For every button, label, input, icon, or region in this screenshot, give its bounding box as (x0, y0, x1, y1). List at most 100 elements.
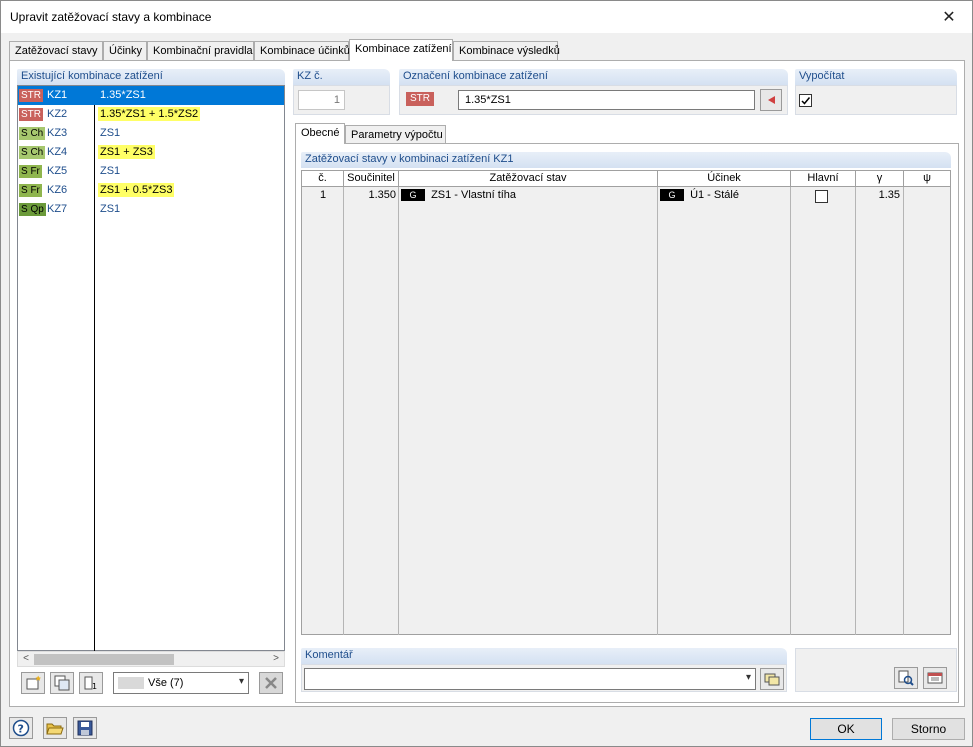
title-bar: Upravit zatěžovací stavy a kombinace ✕ (1, 1, 972, 33)
calculate-checkbox[interactable] (799, 94, 812, 107)
designation-box: STR 1.35*ZS1 (399, 85, 788, 115)
magnify-icon (898, 670, 914, 686)
designation-badge: STR (406, 92, 434, 106)
cancel-button[interactable]: Storno (892, 718, 965, 740)
row-factor[interactable]: 1.350 (344, 189, 396, 201)
column-divider (302, 187, 344, 635)
combination-id: KZ6 (47, 184, 68, 196)
help-icon: ? (12, 719, 30, 737)
existing-combinations-header: Existující kombinace zatížení (17, 69, 285, 85)
copy-combination-button[interactable] (50, 672, 74, 694)
combination-formula: ZS1 (100, 203, 121, 215)
help-button[interactable]: ? (9, 717, 33, 739)
comment-select[interactable]: ▾ (304, 668, 756, 690)
info-button[interactable] (923, 667, 947, 689)
action-badge: G (660, 189, 684, 202)
column-header: Účinek (658, 171, 791, 187)
combination-id: KZ5 (47, 165, 68, 177)
calculate-box (795, 85, 957, 115)
combination-formula: ZS1 + ZS3 (98, 145, 155, 159)
combination-formula: 1.35*ZS1 + 1.5*ZS2 (98, 107, 201, 121)
combination-formula: ZS1 (100, 165, 121, 177)
combination-formula: 1.35*ZS1 (100, 89, 146, 101)
loadcases-header: Zatěžovací stavy v kombinaci zatížení KZ… (301, 152, 951, 168)
table-row[interactable]: 1 1.350 G ZS1 - Vlastní tíha G Ú1 - Stál… (302, 187, 950, 206)
comment-library-button[interactable] (760, 668, 784, 690)
renumber-icon: 1 (84, 676, 97, 691)
designation-field[interactable]: 1.35*ZS1 (458, 90, 755, 110)
list-item[interactable]: STR KZ1 1.35*ZS1 (18, 86, 284, 105)
filter-swatch (118, 677, 144, 689)
chevron-down-icon: ▾ (238, 676, 244, 687)
filter-select[interactable]: Vše (7) ▾ (113, 672, 249, 694)
folder-open-icon (46, 723, 64, 735)
column-divider (791, 187, 856, 635)
status-badge: S Fr (19, 184, 42, 197)
new-icon (26, 675, 41, 690)
kz-number-box: 1 (293, 85, 390, 115)
preview-box (795, 648, 957, 692)
column-header: Hlavní (791, 171, 856, 187)
list-item[interactable]: S Ch KZ4 ZS1 + ZS3 (18, 143, 284, 162)
scroll-right-icon[interactable]: > (269, 653, 283, 666)
tab-load-cases[interactable]: Zatěžovací stavy (9, 41, 103, 60)
combination-formula: ZS1 (100, 127, 121, 139)
row-action[interactable]: G Ú1 - Stálé (660, 189, 739, 202)
row-loadcase[interactable]: G ZS1 - Vlastní tíha (401, 189, 516, 202)
main-checkbox[interactable] (815, 190, 828, 206)
list-item[interactable]: STR KZ2 1.35*ZS1 + 1.5*ZS2 (18, 105, 284, 124)
combination-id: KZ3 (47, 127, 68, 139)
column-header: Zatěžovací stav (399, 171, 658, 187)
list-item[interactable]: S Fr KZ6 ZS1 + 0.5*ZS3 (18, 181, 284, 200)
open-button[interactable] (43, 717, 67, 739)
save-button[interactable] (73, 717, 97, 739)
action-name: Ú1 - Stálé (690, 189, 739, 201)
combination-id: KZ2 (47, 108, 68, 120)
loadcases-table[interactable]: č. Součinitel Zatěžovací stav Účinek Hla… (301, 170, 951, 635)
loadcase-badge: G (401, 189, 425, 202)
subtab-calc-parameters[interactable]: Parametry výpočtu (345, 125, 446, 144)
comment-library-icon (764, 673, 780, 686)
comment-box: ▾ (301, 664, 787, 692)
status-badge: STR (19, 108, 43, 121)
window-title: Upravit zatěžovací stavy a kombinace (10, 10, 212, 24)
filter-value: Vše (7) (148, 677, 184, 689)
combination-id: KZ1 (47, 89, 68, 101)
column-divider (856, 187, 904, 635)
tab-actions[interactable]: Účinky (103, 41, 147, 60)
column-header: Součinitel (344, 171, 399, 187)
status-badge: S Qp (19, 203, 46, 216)
save-icon (77, 720, 93, 736)
kz-number-field[interactable]: 1 (298, 90, 345, 110)
calculate-header: Vypočítat (795, 69, 957, 85)
row-number: 1 (319, 189, 327, 201)
delete-combination-button[interactable] (259, 672, 283, 694)
status-badge: S Ch (19, 146, 46, 159)
svg-text:1: 1 (92, 682, 97, 691)
list-item[interactable]: S Qp KZ7 ZS1 (18, 200, 284, 219)
scroll-left-icon[interactable]: < (19, 653, 33, 666)
renumber-button[interactable]: 1 (79, 672, 103, 694)
combination-id: KZ7 (47, 203, 68, 215)
tab-result-combinations[interactable]: Kombinace výsledků (453, 41, 560, 60)
designation-edit-button[interactable] (760, 89, 782, 111)
list-item[interactable]: S Ch KZ3 ZS1 (18, 124, 284, 143)
status-badge: S Ch (19, 127, 46, 140)
zoom-button[interactable] (894, 667, 918, 689)
combinations-list[interactable]: STR KZ1 1.35*ZS1 STR KZ2 1.35*ZS1 + 1.5*… (17, 85, 285, 651)
new-combination-button[interactable] (21, 672, 45, 694)
ok-button[interactable]: OK (810, 718, 882, 740)
list-item[interactable]: S Fr KZ5 ZS1 (18, 162, 284, 181)
column-header: ψ (904, 171, 950, 187)
chevron-down-icon: ▾ (745, 672, 751, 683)
horizontal-scrollbar[interactable]: < > (17, 651, 285, 667)
row-gamma[interactable]: 1.35 (856, 189, 900, 201)
scrollbar-thumb[interactable] (34, 654, 174, 665)
tab-load-combinations[interactable]: Kombinace zatížení (349, 39, 453, 61)
tab-combination-rules[interactable]: Kombinační pravidla (147, 41, 254, 60)
close-icon[interactable]: ✕ (926, 1, 972, 32)
kz-number-header: KZ č. (293, 69, 390, 85)
tab-action-combinations[interactable]: Kombinace účinků (254, 41, 350, 60)
combination-formula: ZS1 + 0.5*ZS3 (98, 183, 175, 197)
subtab-general[interactable]: Obecné (295, 123, 345, 144)
